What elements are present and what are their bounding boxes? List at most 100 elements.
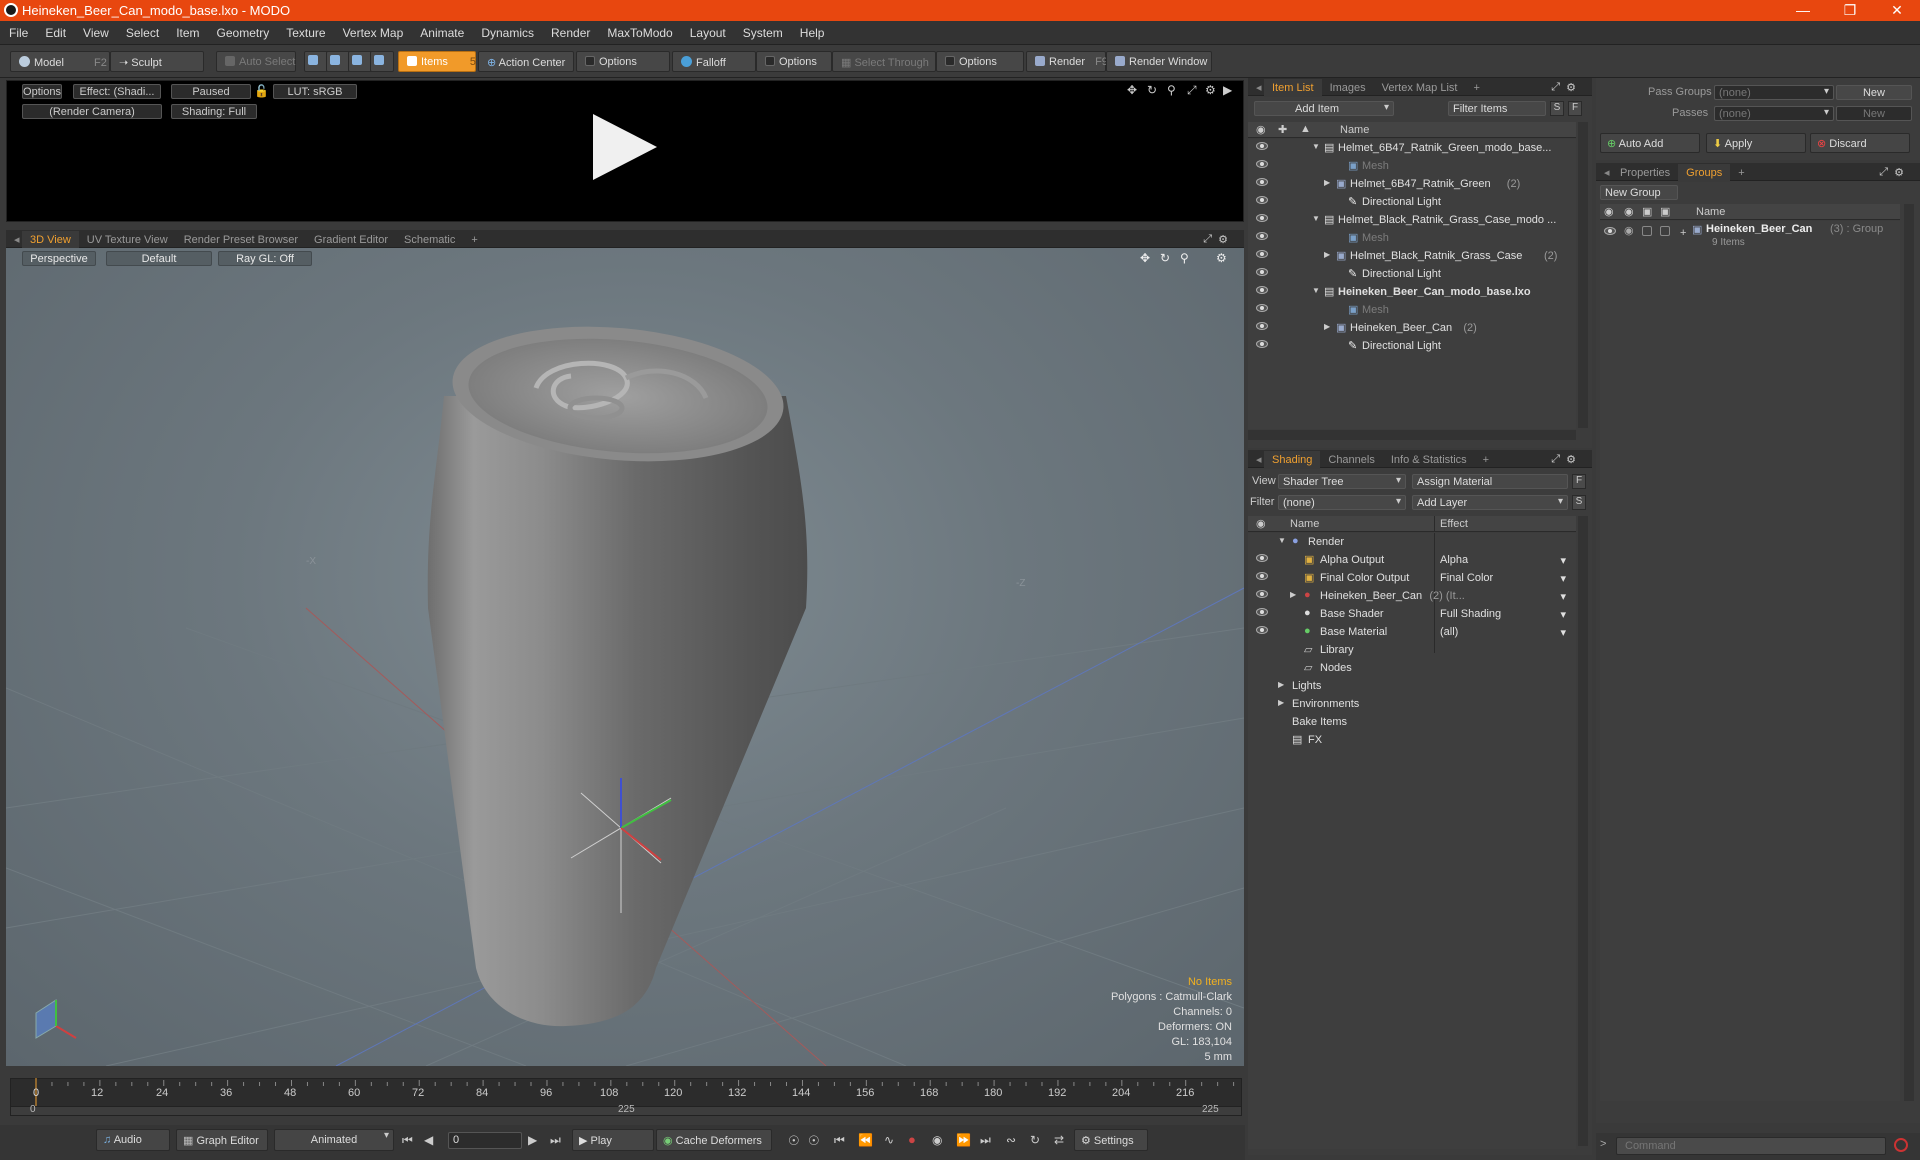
add-tab-icon[interactable]: + [1475,451,1497,469]
3d-viewport[interactable]: -X -Z Perspective Default Ray GL: Off ✥ … [6,248,1244,1066]
menu-texture[interactable]: Texture [277,21,333,40]
record-icon[interactable]: ● [908,1132,916,1147]
shader-tree-row[interactable]: ▣ Final Color Output Final Color ▾ [1248,569,1576,587]
render-camera-dropdown[interactable]: (Render Camera) [22,104,162,119]
item-list-row[interactable]: ▶ ▣ Heineken_Beer_Can (2) [1248,319,1576,337]
item-list-row[interactable]: ▣ Mesh [1248,301,1576,319]
last-frame-icon[interactable]: ⏭ [550,1133,561,1148]
eye-icon[interactable] [1256,572,1268,580]
shader-tree-row[interactable]: ▶ ● Heineken_Beer_Can (2) (It... ▾ [1248,587,1576,605]
key-icon[interactable]: ☉ [788,1133,800,1149]
shader-tree-row[interactable]: ● Base Material (all) ▾ [1248,623,1576,641]
polygons-mode-button[interactable] [348,51,372,72]
falloff-button[interactable]: Falloff [672,51,756,72]
gear-icon[interactable]: ⚙ [1216,251,1227,265]
gear-icon[interactable]: ⚙ [1205,83,1216,97]
add-item-dropdown[interactable]: Add Item [1254,101,1394,116]
apply-button[interactable]: ⬇ Apply [1706,133,1806,153]
item-list-row[interactable]: ▣ Mesh [1248,157,1576,175]
shader-tree-row[interactable]: ▱ Nodes [1248,659,1576,677]
snap-icon[interactable]: ∾ [1006,1133,1016,1147]
tab-schematic[interactable]: Schematic [396,231,463,249]
tab-vertex-map-list[interactable]: Vertex Map List [1374,79,1466,97]
audio-button[interactable]: ♫ Audio [96,1129,170,1151]
item-list-row[interactable]: ✎ Directional Light [1248,337,1576,355]
move-icon[interactable]: ✥ [1127,83,1137,97]
shader-tree-row[interactable]: Bake Items [1248,713,1576,731]
command-input[interactable] [1616,1137,1886,1155]
settings-button[interactable]: ⚙ Settings [1074,1129,1148,1151]
filter-dropdown[interactable]: (none) [1278,495,1406,510]
tab-item-list[interactable]: Item List [1264,79,1322,97]
items-mode-button[interactable]: Items 5 [398,51,476,72]
gear-icon[interactable]: ⚙ [1558,450,1584,468]
shader-tree-scrollbar[interactable] [1578,516,1588,1146]
passes-dropdown[interactable]: (none) [1714,106,1834,121]
add-tab-icon[interactable]: + [1465,79,1487,97]
menu-maxtomodo[interactable]: MaxToModo [598,21,680,40]
menu-layout[interactable]: Layout [681,21,734,40]
tab-groups[interactable]: Groups [1678,164,1731,182]
item-list-row[interactable]: ▶ ▣ Helmet_6B47_Ratnik_Green (2) [1248,175,1576,193]
menu-view[interactable]: View [74,21,117,40]
eye-icon[interactable] [1256,232,1268,240]
render-toggle-icon[interactable]: ◉ [1624,224,1634,237]
shading-s-button[interactable]: S [1572,495,1586,510]
filter-items-input[interactable]: Filter Items [1448,101,1546,116]
style-dropdown[interactable]: Default [106,251,212,266]
eye-icon[interactable] [1256,608,1268,616]
tab-properties[interactable]: Properties [1612,164,1678,182]
add-tab-icon[interactable]: + [463,231,485,249]
lock-toggle-icon[interactable] [1642,226,1652,236]
expand-icon[interactable]: ▶ [1278,698,1288,707]
item-list-hscrollbar[interactable] [1248,430,1576,440]
new-pass-group-button[interactable]: New [1836,85,1912,100]
zoom-icon[interactable]: ⚲ [1180,251,1189,265]
auto-select-button[interactable]: Auto Select [216,51,296,72]
assign-material-button[interactable]: Assign Material [1412,474,1568,489]
item-list-row[interactable]: ▼ ▤ Helmet_6B47_Ratnik_Green_modo_base... [1248,139,1576,157]
eye-icon[interactable] [1256,626,1268,634]
expand-icon[interactable]: + [1680,227,1686,239]
add-tab-icon[interactable]: + [1730,164,1752,182]
effect-dropdown[interactable]: (all) ▾ [1440,626,1570,639]
new-pass-button[interactable]: New [1836,106,1912,121]
expand-icon[interactable]: ▶ [1324,250,1334,259]
collapse-icon[interactable]: ▼ [1312,286,1322,295]
next-keyframe-icon[interactable]: ⏭ [980,1133,991,1148]
tab-uv-texture-view[interactable]: UV Texture View [79,231,176,249]
prev-keyframe-icon[interactable]: ⏮ [834,1133,845,1148]
effect-dropdown[interactable]: Full Shading ▾ [1440,608,1570,621]
key-all-icon[interactable]: ◉ [932,1133,942,1147]
gear-icon[interactable]: ⚙ [1210,230,1236,248]
prev-key-icon[interactable]: ◀ [424,1133,433,1147]
item-list-row[interactable]: ▶ ▣ Helmet_Black_Ratnik_Grass_Case (2) [1248,247,1576,265]
tab-channels[interactable]: Channels [1320,451,1382,469]
shader-tree-row[interactable]: ▤ FX [1248,731,1576,749]
item-list-row[interactable]: ▼ ▤ Helmet_Black_Ratnik_Grass_Case_modo ..… [1248,211,1576,229]
shader-tree-row[interactable]: ▱ Library [1248,641,1576,659]
eye-icon[interactable] [1604,227,1616,235]
item-list-scrollbar[interactable] [1578,122,1588,428]
menu-dynamics[interactable]: Dynamics [472,21,542,40]
tab-info-statistics[interactable]: Info & Statistics [1383,451,1475,469]
group-item[interactable]: ◉ + ▣ Heineken_Beer_Can (3) : Group 9 It… [1600,221,1900,251]
lut-dropdown[interactable]: LUT: sRGB [273,84,357,99]
animated-dropdown[interactable]: Animated [274,1129,394,1151]
shader-tree-row[interactable]: ▶ Lights [1248,677,1576,695]
item-list-row[interactable]: ✎ Directional Light [1248,193,1576,211]
raygl-dropdown[interactable]: Ray GL: Off [218,251,312,266]
item-list-row[interactable]: ▣ Mesh [1248,229,1576,247]
rotate-icon[interactable]: ↻ [1147,83,1157,97]
move-icon[interactable]: ✥ [1140,251,1150,265]
tab-shading[interactable]: Shading [1264,451,1321,469]
auto-add-button[interactable]: ⊕ Auto Add [1600,133,1700,153]
menu-animate[interactable]: Animate [411,21,472,40]
eye-icon[interactable] [1256,160,1268,168]
shader-tree-row[interactable]: ▣ Alpha Output Alpha ▾ [1248,551,1576,569]
preview-options-button[interactable]: Options [22,84,62,99]
menu-vertex-map[interactable]: Vertex Map [334,21,412,40]
falloff-options-button[interactable]: Options [756,51,832,72]
eye-icon[interactable] [1256,286,1268,294]
tab-images[interactable]: Images [1322,79,1374,97]
